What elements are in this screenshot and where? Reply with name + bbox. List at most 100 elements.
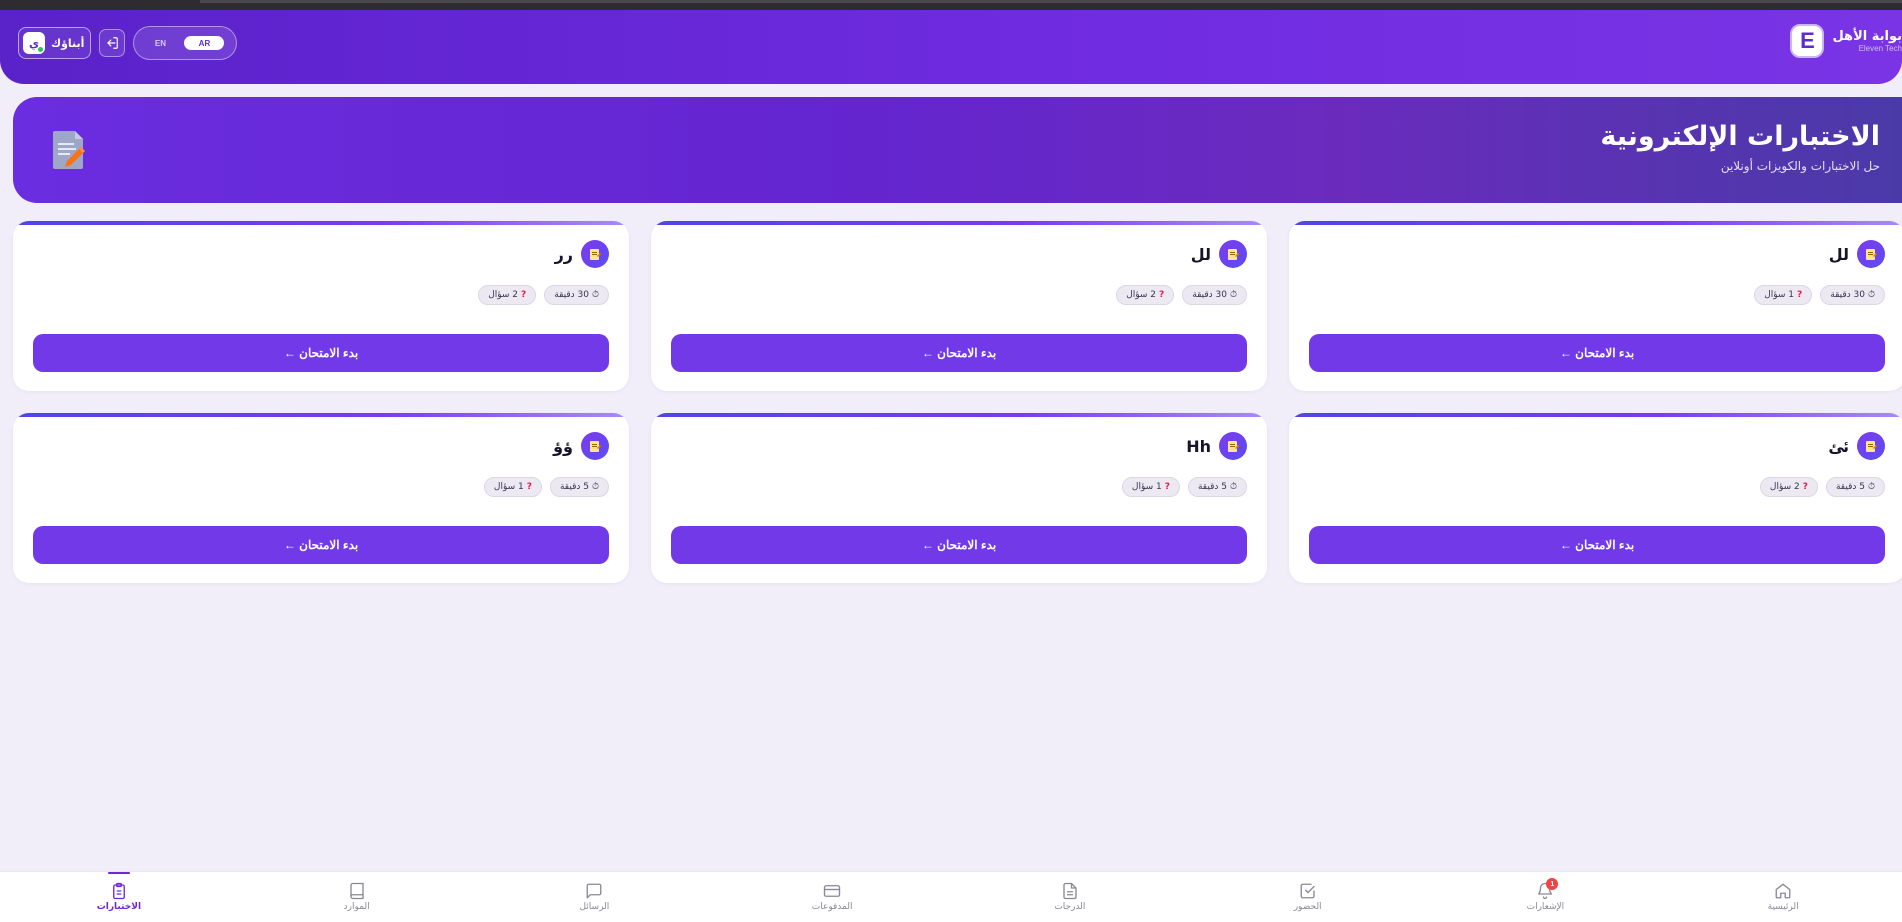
start-exam-button[interactable]: بدء الامتحان ← [1309, 526, 1885, 564]
nav-label: الرئيسية [1767, 902, 1799, 912]
nav-item-resources[interactable]: الموارد [238, 872, 476, 922]
exam-meta: ⏱ 5 دقيقة ? 1 سؤال [483, 477, 609, 497]
nav-item-attendance[interactable]: الحضور [1189, 872, 1427, 922]
credit-card-icon [823, 885, 841, 897]
start-exam-button[interactable]: بدء الامتحان ← [671, 334, 1247, 372]
duration-badge: ⏱ 5 دقيقة [1825, 477, 1885, 497]
timer-icon: ⏱ [1867, 290, 1875, 300]
nav-item-notifications[interactable]: 1 الإشعارات [1427, 872, 1665, 922]
question-mark-icon: ? [1164, 482, 1170, 492]
user-name: أبناؤك [51, 36, 85, 50]
card-accent-bar [1289, 221, 1902, 225]
questions-badge: ? 2 سؤال [1759, 477, 1818, 497]
app-header: بوابة الأهل Eleven Tech E ي أبناؤك EN AR [0, 10, 1902, 84]
duration-text: 5 دقيقة [1197, 482, 1227, 492]
exam-title: Hh [1186, 436, 1211, 456]
timer-icon: ⏱ [1229, 290, 1237, 300]
browser-top-strip [0, 0, 1902, 10]
questions-badge: ? 1 سؤال [483, 477, 542, 497]
exam-card: ئئ ⏱ 5 دقيقة ? 2 سؤال بدء الامتحان ← [1289, 413, 1902, 583]
nav-label: الدرجات [1054, 902, 1086, 912]
start-exam-button[interactable]: بدء الامتحان ← [1309, 334, 1885, 372]
exam-title: رر [554, 244, 573, 264]
duration-text: 30 دقيقة [554, 290, 589, 300]
timer-icon: ⏱ [591, 290, 599, 300]
page-title: الاختبارات الإلكترونية [1600, 121, 1880, 152]
home-icon [1775, 883, 1791, 899]
nav-item-grades[interactable]: الدرجات [951, 872, 1189, 922]
question-mark-icon: ? [526, 482, 532, 492]
start-exam-button[interactable]: بدء الامتحان ← [33, 526, 609, 564]
brand[interactable]: بوابة الأهل Eleven Tech E [1790, 24, 1902, 58]
nav-label: الاختبارات [96, 902, 142, 912]
duration-text: 5 دقيقة [1835, 482, 1865, 492]
brand-text: بوابة الأهل Eleven Tech [1832, 29, 1902, 53]
online-status-dot [37, 46, 44, 53]
nav-label: الإشعارات [1526, 902, 1565, 912]
card-accent-bar [651, 221, 1267, 225]
card-accent-bar [651, 413, 1267, 417]
document-icon [1063, 882, 1077, 900]
exam-icon [581, 432, 609, 460]
questions-badge: ? 1 سؤال [1121, 477, 1180, 497]
brand-subtitle: Eleven Tech [1858, 44, 1902, 53]
duration-text: 30 دقيقة [1192, 290, 1227, 300]
exam-title: ؤؤ [553, 436, 573, 456]
book-icon [349, 882, 364, 900]
page-banner: الاختبارات الإلكترونية حل الاختبارات وال… [13, 97, 1902, 203]
logout-button[interactable] [99, 29, 126, 57]
exam-meta: ⏱ 30 دقيقة ? 1 سؤال [1754, 285, 1885, 305]
user-menu-button[interactable]: ي أبناؤك [18, 27, 92, 59]
card-accent-bar [1289, 413, 1902, 417]
exam-icon [1857, 432, 1885, 460]
exam-meta: ⏱ 30 دقيقة ? 2 سؤال [478, 285, 609, 305]
nav-label: الحضور [1293, 902, 1322, 912]
duration-badge: ⏱ 5 دقيقة [549, 477, 609, 497]
nav-item-payments[interactable]: المدفوعات [713, 872, 951, 922]
lang-option-en[interactable]: EN [142, 39, 178, 48]
questions-text: 1 سؤال [1764, 290, 1795, 300]
exam-icon [581, 240, 609, 268]
notification-count-badge: 1 [1546, 878, 1559, 890]
nav-label: المدفوعات [811, 902, 853, 912]
clipboard-icon [112, 882, 125, 900]
logout-icon [107, 37, 119, 49]
nav-item-home[interactable]: الرئيسية [1664, 872, 1902, 922]
timer-icon: ⏱ [1867, 482, 1875, 492]
question-mark-icon: ? [1159, 290, 1165, 300]
nav-label: الرسائل [579, 902, 610, 912]
nav-item-exams[interactable]: الاختبارات [0, 872, 238, 922]
questions-badge: ? 2 سؤال [478, 285, 537, 305]
questions-text: 2 سؤال [488, 290, 519, 300]
exam-card: Hh ⏱ 5 دقيقة ? 1 سؤال بدء الامتحان ← [651, 413, 1267, 583]
bottom-nav: الرئيسية 1 الإشعارات الحضور الدرجات المد… [0, 871, 1902, 922]
exam-meta: ⏱ 5 دقيقة ? 1 سؤال [1121, 477, 1247, 497]
lang-option-ar[interactable]: AR [184, 36, 225, 50]
exam-card-header: لل [1191, 240, 1247, 268]
header-actions: ي أبناؤك EN AR [18, 26, 238, 60]
questions-text: 2 سؤال [1769, 482, 1800, 492]
nav-item-messages[interactable]: الرسائل [476, 872, 714, 922]
exam-title: لل [1828, 244, 1849, 264]
check-square-icon [1300, 883, 1315, 899]
start-exam-button[interactable]: بدء الامتحان ← [33, 334, 609, 372]
exam-card: رر ⏱ 30 دقيقة ? 2 سؤال بدء الامتحان ← [13, 221, 629, 391]
language-toggle[interactable]: EN AR [133, 26, 238, 60]
exam-icon [1219, 432, 1247, 460]
exam-title: لل [1190, 244, 1211, 264]
brand-title: بوابة الأهل [1832, 29, 1902, 44]
timer-icon: ⏱ [1229, 482, 1237, 492]
duration-badge: ⏱ 30 دقيقة [1820, 285, 1885, 305]
questions-badge: ? 2 سؤال [1116, 285, 1175, 305]
duration-badge: ⏱ 30 دقيقة [1182, 285, 1247, 305]
exam-card-header: لل [1829, 240, 1885, 268]
exam-card: لل ⏱ 30 دقيقة ? 1 سؤال بدء الامتحان ← [1289, 221, 1902, 391]
exam-icon [1219, 240, 1247, 268]
duration-badge: ⏱ 5 دقيقة [1187, 477, 1247, 497]
exam-card-header: ؤؤ [553, 432, 609, 460]
card-accent-bar [13, 413, 629, 417]
exam-card-header: ئئ [1828, 432, 1885, 460]
exam-card: لل ⏱ 30 دقيقة ? 2 سؤال بدء الامتحان ← [651, 221, 1267, 391]
exam-icon [1857, 240, 1885, 268]
start-exam-button[interactable]: بدء الامتحان ← [671, 526, 1247, 564]
